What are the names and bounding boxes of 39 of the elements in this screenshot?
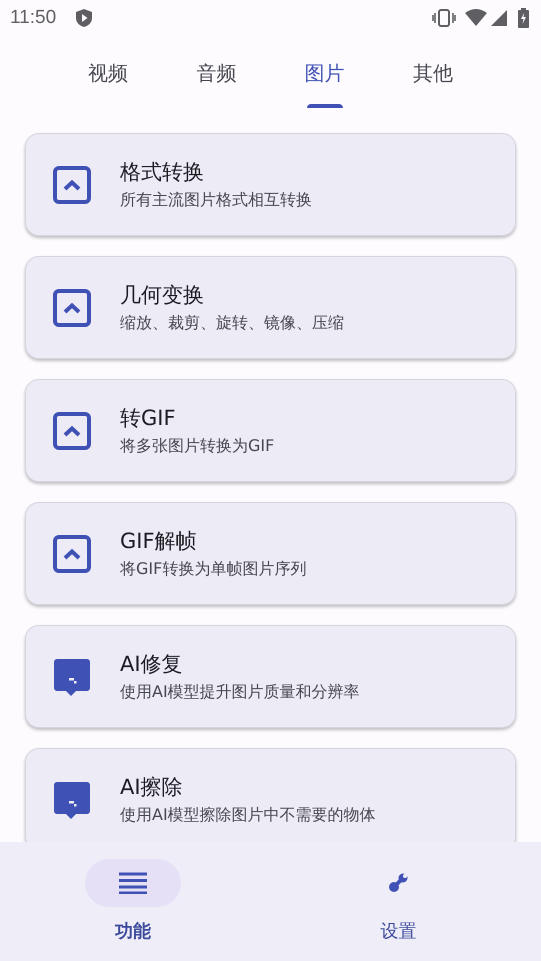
- tool-title: 几何变换: [120, 282, 205, 309]
- image-icon: [52, 410, 92, 450]
- tool-card[interactable]: 格式转换 所有主流图片格式相互转换: [25, 133, 516, 236]
- image-icon: [52, 164, 92, 204]
- tool-description: 缩放、裁剪、旋转、镜像、压缩: [120, 313, 344, 334]
- tool-description: 将GIF转换为单帧图片序列: [120, 559, 306, 580]
- tool-title: AI修复: [120, 651, 184, 678]
- tool-description: 使用AI模型提升图片质量和分辨率: [120, 682, 360, 703]
- tool-card[interactable]: AI修复 使用AI模型提升图片质量和分辨率: [25, 625, 516, 728]
- tab[interactable]: 其他: [378, 36, 487, 108]
- chat-icon: [52, 780, 92, 820]
- tool-title: 转GIF: [120, 405, 177, 432]
- menu-icon: [118, 872, 147, 894]
- nav-item[interactable]: 功能: [0, 842, 266, 961]
- tool-title: GIF解帧: [120, 528, 198, 555]
- tab[interactable]: 图片: [270, 36, 379, 108]
- shield-play-icon: [75, 8, 94, 28]
- tab[interactable]: 音频: [162, 36, 270, 108]
- tool-title: 格式转换: [120, 159, 205, 186]
- battery-icon: [518, 8, 529, 28]
- chat-icon: [52, 656, 92, 696]
- tab-indicator: [306, 104, 343, 108]
- tool-card[interactable]: GIF解帧 将GIF转换为单帧图片序列: [25, 502, 516, 605]
- tool-card[interactable]: AI擦除 使用AI模型擦除图片中不需要的物体: [25, 748, 516, 842]
- nav-item[interactable]: 设置: [266, 842, 531, 961]
- tool-title: AI擦除: [120, 774, 184, 801]
- vibrate-icon: [432, 9, 456, 27]
- wifi-icon: [464, 9, 488, 27]
- tool-card[interactable]: 几何变换 缩放、裁剪、旋转、镜像、压缩: [25, 256, 516, 359]
- tool-description: 所有主流图片格式相互转换: [120, 190, 312, 211]
- tab[interactable]: 视频: [54, 36, 162, 108]
- wrench-icon: [388, 873, 408, 893]
- tool-description: 将多张图片转换为GIF: [120, 436, 274, 457]
- signal-icon: [490, 9, 508, 27]
- clock: 11:50: [10, 7, 56, 29]
- tool-description: 使用AI模型擦除图片中不需要的物体: [120, 805, 376, 826]
- image-icon: [52, 288, 92, 328]
- tool-card[interactable]: 转GIF 将多张图片转换为GIF: [25, 379, 516, 482]
- image-icon: [52, 534, 92, 574]
